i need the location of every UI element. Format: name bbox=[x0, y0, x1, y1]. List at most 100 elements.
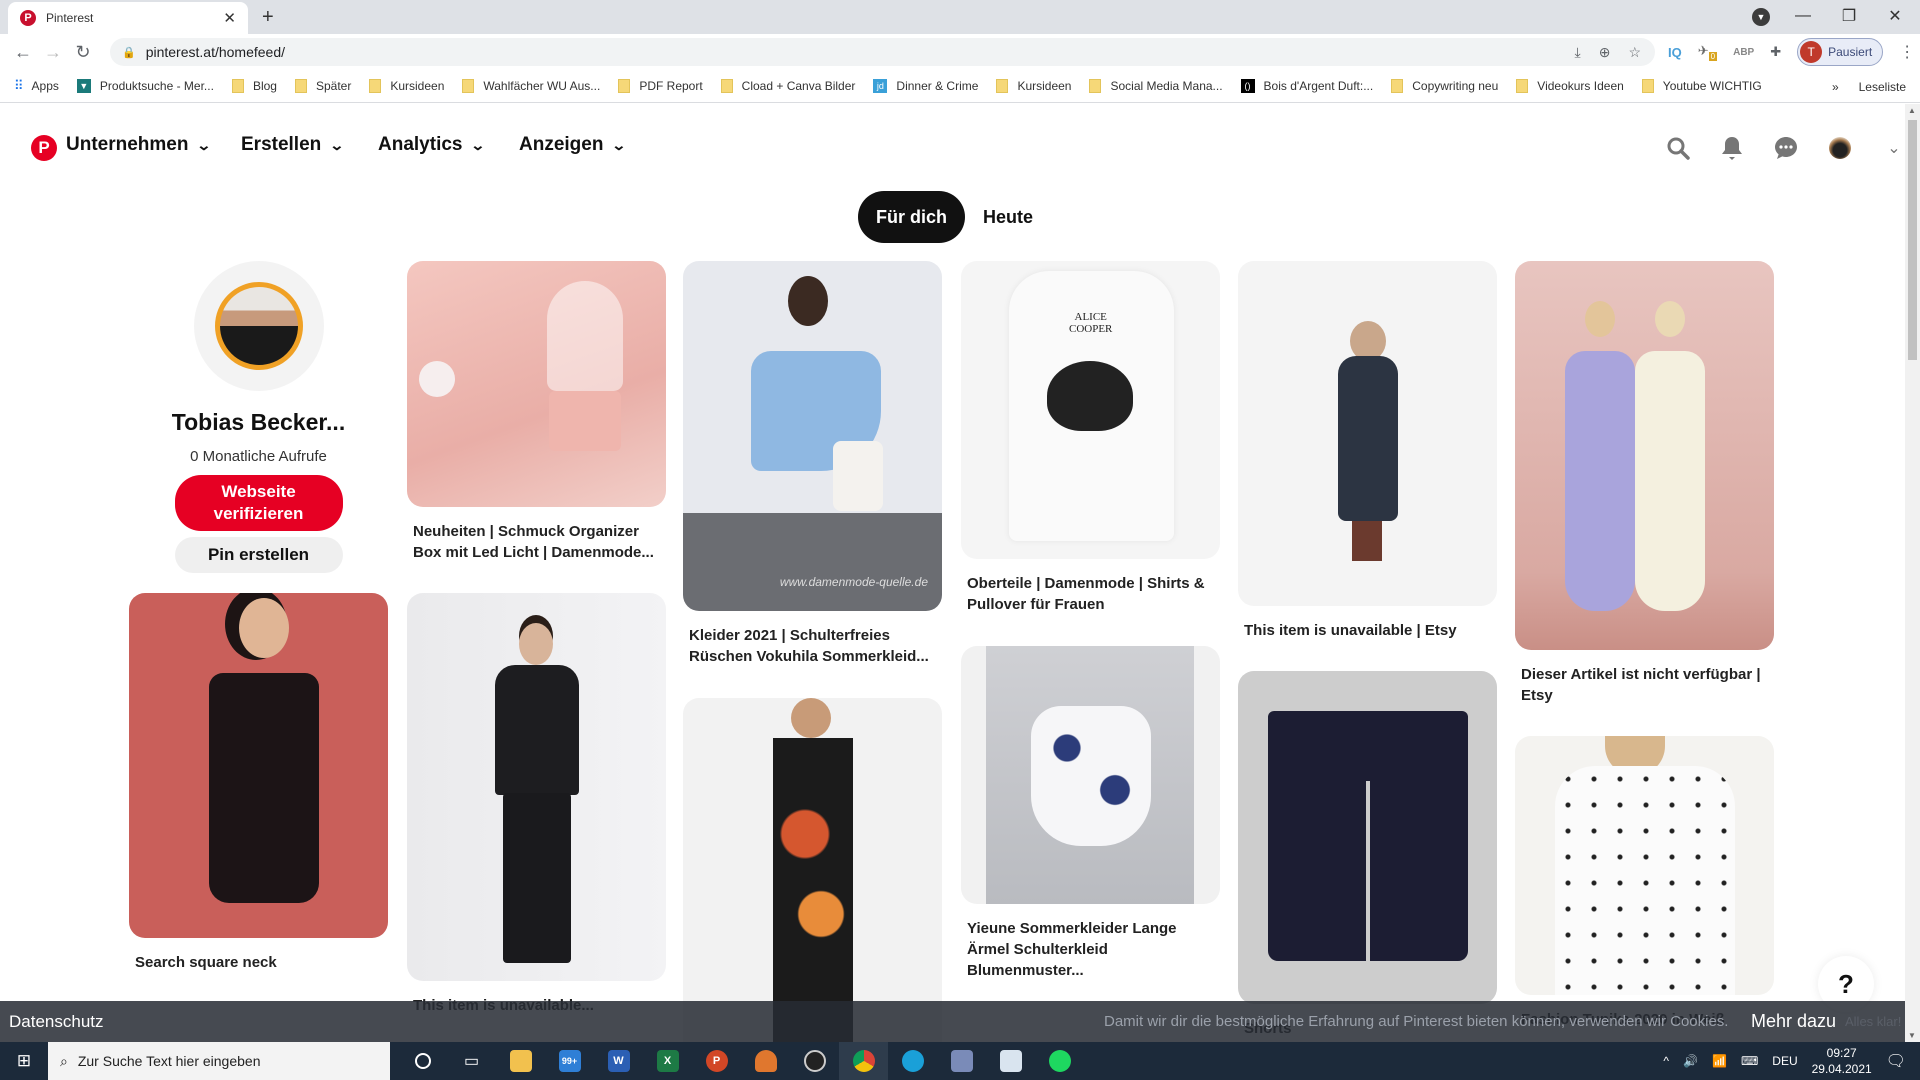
pin-image[interactable] bbox=[407, 593, 666, 981]
bookmark-item[interactable]: Wahlfächer WU Aus... bbox=[462, 79, 600, 93]
bookmark-item[interactable]: Youtube WICHTIG bbox=[1641, 79, 1762, 93]
pin-card[interactable]: Neuheiten | Schmuck Organizer Box mit Le… bbox=[407, 261, 666, 563]
back-icon[interactable]: ← bbox=[8, 42, 38, 63]
excel-icon[interactable]: X bbox=[643, 1042, 692, 1080]
pin-image[interactable] bbox=[1515, 736, 1774, 995]
pin-image[interactable] bbox=[407, 261, 666, 507]
tab-fuer-dich[interactable]: Für dich bbox=[858, 191, 965, 243]
bookmark-item[interactable]: Cload + Canva Bilder bbox=[720, 79, 855, 93]
bookmark-item[interactable]: PDF Report bbox=[618, 79, 703, 93]
more-bookmarks-button[interactable]: » bbox=[1832, 80, 1839, 94]
file-explorer-icon[interactable] bbox=[496, 1042, 545, 1080]
app-icon[interactable] bbox=[986, 1042, 1035, 1080]
pin-card[interactable]: ALICE COOPER Oberteile | Damenmode | Shir… bbox=[961, 261, 1220, 615]
pin-card[interactable]: www.damenmode-quelle.de Kleider 2021 | S… bbox=[683, 261, 942, 667]
notifications-icon[interactable]: 🗨 bbox=[1886, 1051, 1906, 1071]
app-icon[interactable] bbox=[937, 1042, 986, 1080]
bookmark-item[interactable]: Copywriting neu bbox=[1391, 79, 1498, 93]
zoom-icon[interactable]: ⊕ bbox=[1599, 44, 1611, 61]
windows-start-icon[interactable]: ⊞ bbox=[0, 1051, 48, 1071]
bookmark-item[interactable]: Später bbox=[294, 79, 351, 93]
spotify-icon[interactable] bbox=[1035, 1042, 1084, 1080]
bookmark-item[interactable]: () Bois d'Argent Duft:... bbox=[1240, 79, 1373, 93]
restore-button[interactable]: ❐ bbox=[1826, 6, 1872, 26]
bookmark-item[interactable]: Kursideen bbox=[996, 79, 1071, 93]
learn-more-link[interactable]: Mehr dazu bbox=[1751, 1011, 1836, 1032]
bell-icon[interactable] bbox=[1718, 134, 1746, 162]
bird-extension-icon[interactable]: ✈ 0 bbox=[1698, 43, 1718, 61]
menu-analytics[interactable]: Analytics ⌄ bbox=[378, 134, 486, 156]
profile-avatar-frame[interactable] bbox=[193, 261, 324, 391]
pin-card[interactable]: Fashion Tunika 2020 in Weiß bbox=[1515, 736, 1774, 1030]
close-tab-icon[interactable]: ✕ bbox=[223, 9, 236, 27]
app-icon[interactable] bbox=[741, 1042, 790, 1080]
forward-icon[interactable]: → bbox=[38, 42, 68, 63]
pin-image[interactable] bbox=[1515, 261, 1774, 650]
bookmark-star-icon[interactable]: ☆ bbox=[1628, 44, 1641, 61]
install-app-icon[interactable]: ⤓ bbox=[1575, 44, 1581, 61]
task-view-icon[interactable]: ▭ bbox=[447, 1042, 496, 1080]
iq-extension-icon[interactable]: IQ bbox=[1668, 45, 1682, 60]
taskbar-search[interactable]: ⌕ Zur Suche Text hier eingeben bbox=[48, 1042, 390, 1080]
new-tab-button[interactable]: + bbox=[262, 6, 274, 29]
pin-card[interactable]: This item is unavailable | Etsy bbox=[1238, 261, 1497, 641]
pin-image[interactable]: www.damenmode-quelle.de bbox=[683, 261, 942, 611]
puzzle-extensions-icon[interactable]: ✚ bbox=[1770, 44, 1781, 60]
keyboard-icon[interactable]: ⌨ bbox=[1741, 1054, 1758, 1068]
search-icon[interactable] bbox=[1664, 134, 1692, 162]
bookmark-item[interactable]: Kursideen bbox=[369, 79, 444, 93]
reading-list-button[interactable]: Leseliste bbox=[1859, 80, 1906, 94]
clock[interactable]: 09:27 29.04.2021 bbox=[1812, 1045, 1872, 1077]
address-bar[interactable]: 🔒 pinterest.at/homefeed/ ⤓ ⊕ ☆ bbox=[110, 38, 1655, 66]
tray-expand-icon[interactable]: ^ bbox=[1663, 1054, 1669, 1068]
accept-cookies-button[interactable]: Alles klar! bbox=[1845, 1014, 1901, 1029]
scrollbar-thumb[interactable] bbox=[1908, 120, 1917, 360]
profile-button[interactable]: T Pausiert bbox=[1797, 38, 1884, 66]
pin-image[interactable]: ALICE COOPER bbox=[961, 261, 1220, 559]
create-pin-button[interactable]: Pin erstellen bbox=[174, 537, 343, 573]
browser-tab[interactable]: P Pinterest ✕ bbox=[8, 2, 248, 34]
volume-icon[interactable]: 🔊 bbox=[1683, 1054, 1698, 1068]
wifi-icon[interactable]: 📶 bbox=[1712, 1054, 1727, 1068]
pin-image[interactable] bbox=[1238, 671, 1497, 1004]
bookmark-item[interactable]: ▼ Produktsuche - Mer... bbox=[76, 79, 214, 93]
pin-image[interactable] bbox=[129, 593, 388, 938]
pin-card[interactable]: Search square neck bbox=[129, 593, 388, 973]
url-text[interactable]: pinterest.at/homefeed/ bbox=[146, 44, 285, 60]
profile-name[interactable]: Tobias Becker... bbox=[129, 409, 388, 436]
mail-icon[interactable]: 99+ bbox=[545, 1042, 594, 1080]
bookmark-item[interactable]: jd Dinner & Crime bbox=[873, 79, 978, 93]
obs-icon[interactable] bbox=[790, 1042, 839, 1080]
adblock-icon[interactable]: ABP bbox=[1733, 47, 1754, 58]
pin-card[interactable]: Yieune Sommerkleider Lange Ärmel Schulte… bbox=[961, 646, 1220, 981]
browser-menu-icon[interactable]: ⋮ bbox=[1899, 42, 1915, 62]
scroll-down-icon[interactable]: ▼ bbox=[1908, 1031, 1916, 1040]
edge-icon[interactable] bbox=[888, 1042, 937, 1080]
bookmark-item[interactable]: ⠿ Apps bbox=[14, 78, 59, 94]
tab-heute[interactable]: Heute bbox=[965, 191, 1051, 243]
menu-unternehmen[interactable]: Unternehmen ⌄ bbox=[66, 134, 212, 156]
avatar[interactable] bbox=[1826, 134, 1854, 162]
menu-anzeigen[interactable]: Anzeigen ⌄ bbox=[519, 134, 627, 156]
pin-card[interactable]: This item is unavailable... bbox=[407, 593, 666, 1016]
bookmark-item[interactable]: Videokurs Ideen bbox=[1516, 79, 1624, 93]
verify-website-button[interactable]: Webseite verifizieren bbox=[174, 475, 343, 531]
word-icon[interactable]: W bbox=[594, 1042, 643, 1080]
bookmark-item[interactable]: Social Media Mana... bbox=[1089, 79, 1223, 93]
pin-image[interactable] bbox=[961, 646, 1220, 904]
chevron-down-icon[interactable]: ⌄ bbox=[1880, 134, 1908, 162]
chat-icon[interactable] bbox=[1772, 134, 1800, 162]
pin-image[interactable] bbox=[1238, 261, 1497, 606]
tab-search-icon[interactable]: ▼ bbox=[1752, 8, 1770, 26]
powerpoint-icon[interactable]: P bbox=[692, 1042, 741, 1080]
privacy-link[interactable]: Datenschutz bbox=[9, 1012, 104, 1032]
chrome-icon[interactable] bbox=[839, 1042, 888, 1080]
language-indicator[interactable]: DEU bbox=[1772, 1054, 1797, 1068]
scroll-up-icon[interactable]: ▲ bbox=[1908, 106, 1916, 115]
pin-card[interactable]: Dieser Artikel ist nicht verfügbar | Ets… bbox=[1515, 261, 1774, 706]
close-window-button[interactable]: ✕ bbox=[1872, 6, 1918, 26]
menu-erstellen[interactable]: Erstellen ⌄ bbox=[241, 134, 345, 156]
reload-icon[interactable]: ↻ bbox=[68, 42, 98, 63]
pinterest-logo-icon[interactable]: P bbox=[31, 135, 57, 161]
minimize-button[interactable]: — bbox=[1780, 7, 1826, 25]
